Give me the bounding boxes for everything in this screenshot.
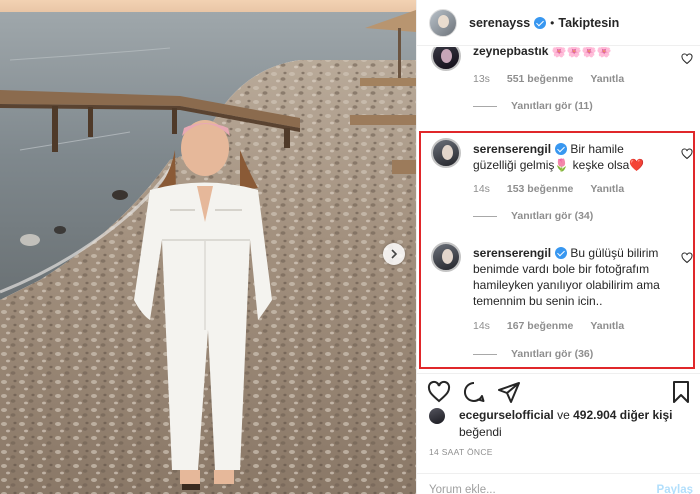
post-action-bar	[417, 373, 700, 409]
comment-item: serenserengil Bir hamile güzelliği gelmi…	[431, 138, 693, 228]
comment-text: serenserengil Bu gülüşü bilirim benimde …	[473, 245, 663, 309]
post-comment-button[interactable]: Paylaş	[657, 484, 693, 494]
likes-suffix: beğendi	[459, 425, 502, 439]
author-username[interactable]: serenayss	[469, 16, 547, 30]
carousel-next-button[interactable]	[383, 243, 405, 265]
comment-like-heart-icon[interactable]	[681, 53, 693, 65]
comment-like-heart-icon[interactable]	[681, 252, 693, 264]
commenter-avatar[interactable]	[431, 242, 461, 272]
comment-meta: 14s 153 beğenme Yanıtla	[473, 183, 638, 195]
view-replies-button[interactable]: Yanıtları gör (36)	[473, 348, 593, 360]
header-separator: •	[550, 15, 555, 30]
post-side-panel: serenayss • Takiptesin zeynepbastık 🌸🌸🌸🌸…	[416, 0, 700, 494]
post-photo[interactable]	[0, 0, 416, 494]
commenter-username[interactable]: zeynepbastık	[473, 47, 548, 58]
commenter-username[interactable]: serenserengil	[473, 142, 551, 156]
comment-likes[interactable]: 153 beğenme	[507, 183, 574, 195]
commenter-avatar[interactable]	[431, 138, 461, 168]
post-timestamp[interactable]: 14 SAAT ÖNCE	[429, 447, 493, 457]
comment-text: zeynepbastık 🌸🌸🌸🌸	[473, 47, 663, 59]
comment-meta: 13s 551 beğenme Yanıtla	[473, 73, 638, 85]
comment-input[interactable]: Yorum ekle...	[429, 484, 496, 494]
liker-avatar[interactable]	[429, 408, 445, 424]
author-avatar[interactable]	[429, 8, 457, 37]
comment-time[interactable]: 13s	[473, 73, 490, 85]
comment-reply-button[interactable]: Yanıtla	[590, 73, 624, 85]
commenter-avatar[interactable]	[431, 47, 461, 71]
comment-body: 🌸🌸🌸🌸	[551, 47, 612, 58]
likes-connector: ve	[557, 408, 570, 422]
comment-meta: 14s 167 beğenme Yanıtla	[473, 320, 638, 332]
verified-icon	[534, 16, 547, 29]
follow-status-button[interactable]: Takiptesin	[558, 16, 619, 30]
view-replies-button[interactable]: Yanıtları gör (34)	[473, 210, 593, 222]
comment-reply-button[interactable]: Yanıtla	[590, 320, 624, 332]
comment-item: serenserengil Bu gülüşü bilirim benimde …	[431, 242, 693, 372]
share-icon[interactable]	[497, 380, 521, 404]
bookmark-icon[interactable]	[669, 380, 693, 404]
comment-time[interactable]: 14s	[473, 183, 490, 195]
heart-icon[interactable]	[427, 380, 451, 404]
comment-item: zeynepbastık 🌸🌸🌸🌸 13s 551 beğenme Yanıtl…	[431, 47, 693, 121]
likes-others-link[interactable]: 492.904 diğer kişi	[573, 408, 672, 422]
comments-list[interactable]: zeynepbastık 🌸🌸🌸🌸 13s 551 beğenme Yanıtl…	[417, 47, 700, 373]
comment-text: serenserengil Bir hamile güzelliği gelmi…	[473, 141, 663, 173]
comment-likes[interactable]: 167 beğenme	[507, 320, 574, 332]
beach-photo-image	[0, 0, 416, 494]
add-comment-bar: Yorum ekle... Paylaş	[417, 473, 700, 494]
comment-like-heart-icon[interactable]	[681, 148, 693, 160]
comment-reply-button[interactable]: Yanıtla	[590, 183, 624, 195]
comment-likes[interactable]: 551 beğenme	[507, 73, 574, 85]
likes-summary: ecegurselofficial ve 492.904 diğer kişi …	[429, 407, 695, 441]
comment-time[interactable]: 14s	[473, 320, 490, 332]
verified-icon	[555, 143, 568, 155]
post-header: serenayss • Takiptesin	[417, 0, 700, 46]
view-replies-button[interactable]: Yanıtları gör (11)	[473, 100, 593, 112]
chevron-right-icon	[391, 249, 398, 259]
comment-icon[interactable]	[462, 380, 486, 404]
commenter-username[interactable]: serenserengil	[473, 246, 551, 260]
verified-icon	[555, 247, 568, 259]
liker-username[interactable]: ecegurselofficial	[459, 408, 554, 422]
